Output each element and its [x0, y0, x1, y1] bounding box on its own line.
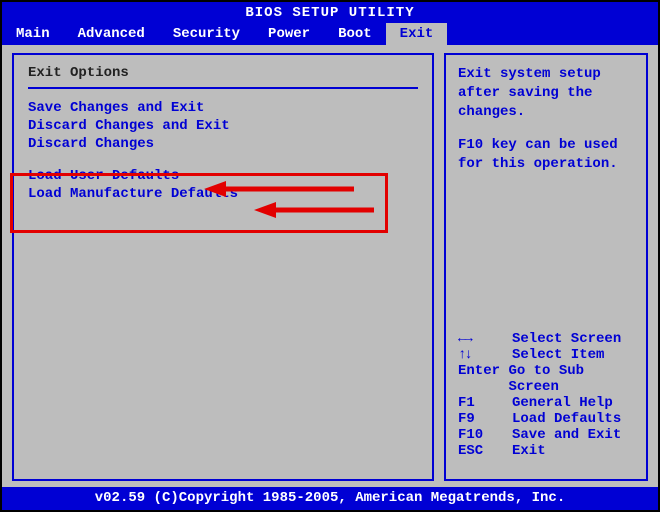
nav-label: General Help [512, 395, 613, 411]
help-description: Exit system setup after saving the chang… [458, 65, 634, 173]
help-line: F10 key can be used [458, 136, 634, 155]
spacer [458, 459, 634, 469]
menu-power[interactable]: Power [254, 23, 324, 45]
left-panel: Exit Options Save Changes and Exit Disca… [12, 53, 434, 481]
help-line: Exit system setup [458, 65, 634, 84]
menu-exit[interactable]: Exit [386, 23, 448, 45]
nav-label: Load Defaults [512, 411, 621, 427]
nav-help: ←→Select Screen ↑↓Select Item EnterGo to… [458, 331, 634, 469]
nav-key: Enter [458, 363, 508, 395]
nav-label: Exit [512, 443, 546, 459]
nav-key: F1 [458, 395, 512, 411]
help-line: for this operation. [458, 155, 634, 174]
spacer [28, 153, 418, 167]
menu-advanced[interactable]: Advanced [64, 23, 159, 45]
nav-row: F10Save and Exit [458, 427, 634, 443]
nav-key: F10 [458, 427, 512, 443]
nav-key: ↑↓ [458, 347, 512, 363]
content-area: Exit Options Save Changes and Exit Disca… [2, 45, 658, 487]
nav-key: ESC [458, 443, 512, 459]
footer-text: v02.59 (C)Copyright 1985-2005, American … [95, 490, 565, 506]
help-line: after saving the [458, 84, 634, 103]
opt-discard[interactable]: Discard Changes [28, 135, 418, 153]
nav-row: EnterGo to Sub Screen [458, 363, 634, 395]
menu-security[interactable]: Security [159, 23, 254, 45]
nav-row: ←→Select Screen [458, 331, 634, 347]
nav-row: F1General Help [458, 395, 634, 411]
nav-row: F9Load Defaults [458, 411, 634, 427]
menu-boot[interactable]: Boot [324, 23, 386, 45]
opt-save-exit[interactable]: Save Changes and Exit [28, 99, 418, 117]
nav-key: ←→ [458, 331, 512, 347]
nav-row: ESCExit [458, 443, 634, 459]
section-heading: Exit Options [28, 65, 418, 81]
right-panel: Exit system setup after saving the chang… [444, 53, 648, 481]
help-line: changes. [458, 103, 634, 122]
annotation-arrow-icon [254, 200, 374, 220]
nav-key: F9 [458, 411, 512, 427]
title-bar: BIOS SETUP UTILITY [2, 2, 658, 23]
bios-window: BIOS SETUP UTILITY Main Advanced Securit… [2, 2, 658, 510]
spacer [458, 122, 634, 136]
nav-label: Select Screen [512, 331, 621, 347]
footer: v02.59 (C)Copyright 1985-2005, American … [2, 487, 658, 510]
menu-bar: Main Advanced Security Power Boot Exit [2, 23, 658, 45]
opt-load-user-defaults[interactable]: Load User Defaults [28, 167, 418, 185]
nav-label: Select Item [512, 347, 604, 363]
nav-label: Go to Sub Screen [508, 363, 634, 395]
nav-label: Save and Exit [512, 427, 621, 443]
menu-main[interactable]: Main [2, 23, 64, 45]
opt-discard-exit[interactable]: Discard Changes and Exit [28, 117, 418, 135]
nav-row: ↑↓Select Item [458, 347, 634, 363]
divider [28, 87, 418, 89]
opt-load-manufacture-defaults[interactable]: Load Manufacture Defaults [28, 185, 418, 203]
title-text: BIOS SETUP UTILITY [245, 5, 414, 21]
